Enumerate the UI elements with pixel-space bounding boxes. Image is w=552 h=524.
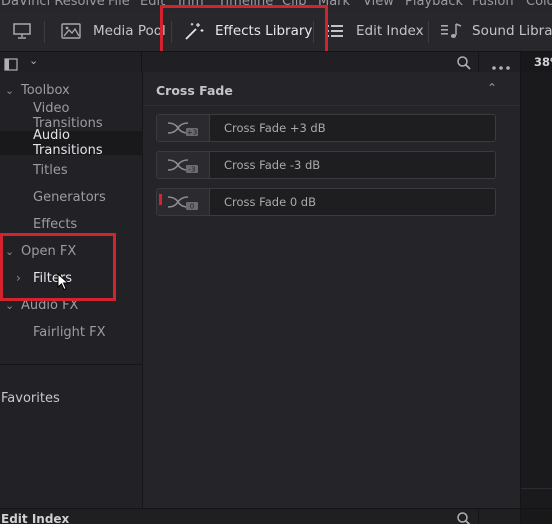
- default-marker: [159, 194, 162, 205]
- divider: [478, 509, 479, 524]
- edit-index-button[interactable]: Edit Index: [325, 11, 424, 51]
- sidebar-item-label: Effects: [33, 216, 78, 232]
- sidebar-item-open-fx[interactable]: ⌄ Open FX: [0, 239, 142, 263]
- menu-trim[interactable]: Trim: [176, 0, 204, 9]
- db-badge: -3: [189, 166, 196, 174]
- section-title: Cross Fade: [156, 83, 233, 98]
- menu-edit[interactable]: Edit: [140, 0, 165, 9]
- toolbar-separator: [313, 21, 314, 43]
- crossfade-icon: 0: [167, 196, 198, 211]
- sidebar-item-label: Titles: [33, 162, 68, 178]
- crossfade-icon: +3: [167, 122, 198, 137]
- menu-timeline[interactable]: Timeline: [218, 0, 273, 9]
- workspace-button[interactable]: [10, 11, 34, 51]
- chevron-right-icon[interactable]: ›: [16, 271, 21, 285]
- monitor-icon: [13, 23, 31, 39]
- edit-index-title: Edit Index: [1, 512, 70, 524]
- media-pool-label: Media Pool: [93, 23, 166, 39]
- sidebar-item-label: Audio FX: [21, 297, 79, 313]
- effect-label: Cross Fade 0 dB: [224, 195, 316, 209]
- sidebar-item-video-transitions[interactable]: Video Transitions: [0, 101, 142, 131]
- cross-fade-thumbnail: -3: [157, 152, 210, 178]
- divider: [521, 488, 552, 489]
- chevron-down-icon[interactable]: ⌄: [5, 299, 14, 312]
- menu-playback[interactable]: Playback: [405, 0, 463, 9]
- chevron-down-icon[interactable]: ⌄: [5, 245, 14, 258]
- media-pool-button[interactable]: Media Pool: [60, 11, 166, 51]
- favorites-label: Favorites: [1, 390, 60, 406]
- menu-color[interactable]: Color: [526, 0, 552, 9]
- sidebar-item-label: Open FX: [21, 243, 77, 259]
- favorites-header[interactable]: Favorites: [0, 386, 142, 410]
- sidebar-item-audio-transitions[interactable]: Audio Transitions: [0, 128, 142, 158]
- more-icon: [492, 66, 510, 70]
- effects-content-panel: Cross Fade ⌃ +3 Cross Fade +3 dB -3 Cros…: [142, 72, 520, 508]
- sidebar-item-label: Fairlight FX: [33, 324, 106, 340]
- edit-index-header: Edit Index: [0, 508, 552, 524]
- db-badge: +3: [187, 129, 197, 137]
- divider: [478, 52, 479, 73]
- sidebar-item-generators[interactable]: Generators: [0, 185, 142, 209]
- menu-mark[interactable]: Mark: [318, 0, 350, 9]
- sidebar-item-label: Video Transitions: [33, 101, 103, 131]
- section-header[interactable]: Cross Fade ⌃: [143, 72, 520, 106]
- menu-bar: DaVinci Resolve File Edit Trim Timeline …: [0, 0, 552, 11]
- menu-fusion[interactable]: Fusion: [472, 0, 514, 9]
- toolbar-separator: [171, 21, 172, 43]
- sidebar-item-titles[interactable]: Titles: [0, 158, 142, 182]
- toolbar-separator: [428, 21, 429, 43]
- divider: [141, 52, 142, 73]
- menu-davinci-resolve[interactable]: DaVinci Resolve: [1, 0, 105, 9]
- media-pool-icon: [61, 23, 81, 39]
- effect-item-cross-fade-0[interactable]: 0 Cross Fade 0 dB: [156, 188, 496, 216]
- mouse-cursor-icon: [57, 273, 69, 291]
- sidebar-item-label: Toolbox: [21, 82, 70, 98]
- sidebar-item-filters[interactable]: › Filters: [0, 266, 142, 290]
- chevron-down-icon[interactable]: ⌄: [29, 54, 38, 67]
- effect-label: Cross Fade -3 dB: [224, 158, 321, 172]
- cross-fade-thumbnail: 0: [157, 189, 210, 215]
- sidebar-item-effects[interactable]: Effects: [0, 212, 142, 236]
- cross-fade-thumbnail: +3: [157, 115, 210, 141]
- sound-library-label: Sound Library: [472, 23, 552, 39]
- bottom-edge-panel: [520, 509, 552, 524]
- menu-file[interactable]: File: [108, 0, 130, 9]
- panel-toggle-icon: [4, 58, 18, 71]
- sidebar-item-toolbox[interactable]: ⌄ Toolbox: [0, 78, 142, 102]
- edit-index-label: Edit Index: [356, 23, 424, 39]
- sidebar-item-label: Generators: [33, 189, 106, 205]
- music-note-icon: [441, 23, 462, 38]
- search-icon: [457, 56, 471, 70]
- panel-header-bar: ⌄ 38%: [0, 51, 552, 73]
- crossfade-icon: -3: [167, 159, 198, 174]
- menu-clip[interactable]: Clip: [282, 0, 307, 9]
- menu-view[interactable]: View: [363, 0, 394, 9]
- db-badge: 0: [190, 203, 194, 211]
- magic-wand-icon: [185, 23, 204, 40]
- zoom-box: 38%: [520, 52, 552, 73]
- viewer-edge-panel: [520, 72, 552, 508]
- toolbar-separator: [44, 21, 45, 43]
- effects-library-button[interactable]: Effects Library: [183, 11, 312, 51]
- chevron-down-icon[interactable]: ⌄: [5, 84, 14, 97]
- search-button[interactable]: [456, 511, 472, 524]
- sound-library-button[interactable]: Sound Library: [440, 11, 552, 51]
- list-icon: [326, 25, 343, 37]
- chevron-up-icon[interactable]: ⌃: [487, 81, 497, 95]
- divider: [0, 364, 142, 365]
- sidebar-item-fairlight-fx[interactable]: Fairlight FX: [0, 320, 142, 344]
- effect-item-cross-fade-plus-3[interactable]: +3 Cross Fade +3 dB: [156, 114, 496, 142]
- effect-label: Cross Fade +3 dB: [224, 121, 326, 135]
- zoom-value: 38%: [534, 55, 552, 69]
- effect-item-cross-fade-minus-3[interactable]: -3 Cross Fade -3 dB: [156, 151, 496, 179]
- search-icon: [457, 512, 471, 524]
- toolbar: Media Pool Effects Library Edit Index So…: [0, 11, 552, 51]
- sidebar-item-label: Audio Transitions: [33, 128, 103, 158]
- effects-sidebar: ⌄ Toolbox Video Transitions Audio Transi…: [0, 72, 142, 508]
- sidebar-item-audio-fx[interactable]: ⌄ Audio FX: [0, 293, 142, 317]
- effects-library-label: Effects Library: [215, 23, 313, 39]
